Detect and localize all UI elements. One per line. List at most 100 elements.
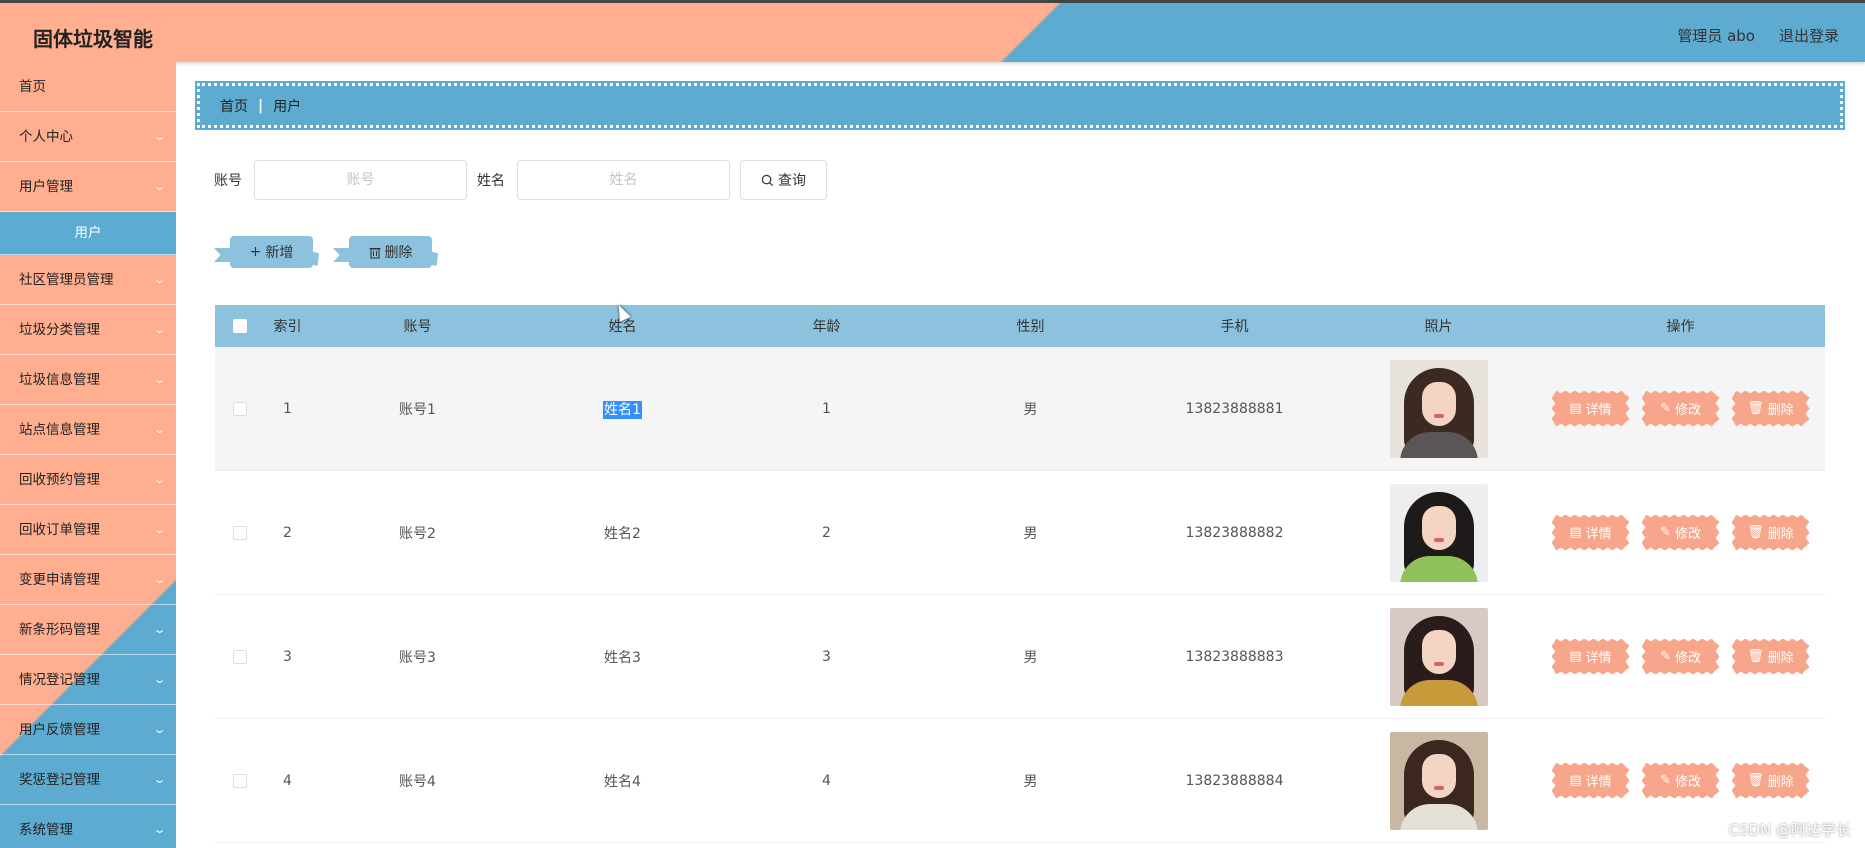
photo-lip [1433,413,1444,418]
sidebar-item-label: 新条形码管理 [19,622,100,638]
table-row[interactable]: 1 账号1 姓名1 1 男 13823888881 ▤ 详情 ✎ 修改 🗑 删除 [215,347,1825,471]
sidebar-item[interactable]: 系统管理 ⌄ [0,805,176,848]
sidebar-item[interactable]: 首页 [0,62,176,112]
detail-button[interactable]: ▤ 详情 [1551,514,1630,551]
sidebar-item-label: 垃圾分类管理 [19,322,100,338]
user-photo[interactable] [1389,607,1488,706]
table-row[interactable]: 3 账号3 姓名3 3 男 13823888883 ▤ 详情 ✎ 修改 🗑 删除 [215,595,1825,719]
trash-icon: 🗑 [1747,525,1764,540]
logout-button[interactable]: 退出登录 [1779,25,1839,46]
cell-index: 4 [283,772,292,789]
sidebar-item[interactable]: 变更申请管理 ⌄ [0,555,176,605]
user-photo[interactable] [1389,731,1488,830]
delete-button[interactable]: 🗑 删除 [1731,514,1810,551]
query-button[interactable]: 查询 [740,160,827,200]
delete-label: 删除 [1767,403,1794,418]
user-photo[interactable] [1389,483,1488,582]
photo-face [1421,505,1456,550]
detail-label: 详情 [1585,775,1612,790]
header-user-area: 管理员 abo 退出登录 [1677,25,1839,46]
admin-label[interactable]: 管理员 abo [1677,25,1755,46]
sidebar-subitem-user[interactable]: 用户 [0,212,176,255]
table-row[interactable]: 4 账号4 姓名4 4 男 13823888884 ▤ 详情 ✎ 修改 🗑 删除 [215,719,1825,843]
table-row[interactable]: 2 账号2 姓名2 2 男 13823888882 ▤ 详情 ✎ 修改 🗑 删除 [215,471,1825,595]
add-button[interactable]: + 新增 [214,234,319,270]
row-checkbox[interactable] [233,649,247,664]
cell-account: 账号2 [399,525,436,542]
sidebar-item-label: 用户管理 [19,179,73,195]
chevron-down-icon: ⌄ [152,573,167,586]
sidebar-item-label: 个人中心 [19,129,73,145]
header-index: 索引 [273,319,302,335]
breadcrumb-current: 用户 [273,98,302,115]
delete-label: 删除 [1767,775,1794,790]
sidebar-item[interactable]: 个人中心 ⌄ [0,112,176,162]
document-icon: ▤ [1569,773,1582,788]
name-label: 姓名 [477,173,505,189]
detail-button[interactable]: ▤ 详情 [1551,390,1630,427]
sidebar-item[interactable]: 奖惩登记管理 ⌄ [0,755,176,805]
account-input[interactable] [254,160,467,200]
header-account: 账号 [403,319,432,335]
user-photo[interactable] [1389,359,1488,458]
delete-label: 删除 [1767,651,1794,666]
header-actions: 操作 [1666,319,1695,335]
sidebar-item[interactable]: 用户反馈管理 ⌄ [0,705,176,755]
name-input[interactable] [517,160,730,200]
photo-face [1421,629,1456,674]
delete-button[interactable]: 🗑 删除 [1731,762,1810,799]
sidebar-item-label: 情况登记管理 [19,672,100,688]
edit-button[interactable]: ✎ 修改 [1641,514,1720,551]
row-checkbox[interactable] [233,401,247,416]
edit-label: 修改 [1674,403,1701,418]
sidebar-item[interactable]: 站点信息管理 ⌄ [0,405,176,455]
sidebar-item-label: 回收预约管理 [19,472,100,488]
user-table: 索引 账号 姓名 年龄 性别 手机 照片 操作 1 账号1 姓名1 1 男 1382388… [215,305,1825,843]
document-icon: ▤ [1569,649,1582,664]
edit-button[interactable]: ✎ 修改 [1641,390,1720,427]
sidebar-item[interactable]: 情况登记管理 ⌄ [0,655,176,705]
edit-button[interactable]: ✎ 修改 [1641,762,1720,799]
breadcrumb-home[interactable]: 首页 [220,96,248,116]
sidebar-item[interactable]: 社区管理员管理 ⌄ [0,255,176,305]
sidebar-item[interactable]: 用户管理 ⌄ [0,162,176,212]
cell-age: 3 [822,648,831,665]
sidebar-item-label: 用户反馈管理 [19,722,100,738]
chevron-down-icon: ⌄ [152,623,167,636]
pencil-icon: ✎ [1660,649,1671,664]
detail-button[interactable]: ▤ 详情 [1551,638,1630,675]
trash-icon: 🗑 [1747,773,1764,788]
detail-button[interactable]: ▤ 详情 [1551,762,1630,799]
delete-button[interactable]: 🗑 删除 [1731,390,1810,427]
table-header: 索引 账号 姓名 年龄 性别 手机 照片 操作 [215,305,1825,347]
cell-account: 账号4 [399,773,436,790]
select-all-checkbox[interactable] [233,319,247,333]
cell-index: 2 [283,524,292,541]
batch-delete-button[interactable]: 删除 [333,234,438,270]
sidebar: 首页 个人中心 ⌄ 用户管理 ⌄ 用户 社区管理员管理 ⌄ 垃圾分类管理 ⌄ 垃圾信息管理 ⌄ 站点信息… [0,62,176,848]
sidebar-item[interactable]: 新条形码管理 ⌄ [0,605,176,655]
sidebar-item[interactable]: 垃圾信息管理 ⌄ [0,355,176,405]
edit-button[interactable]: ✎ 修改 [1641,638,1720,675]
breadcrumb: 首页 | 用户 [195,81,1845,130]
header-age: 年龄 [812,319,841,335]
detail-label: 详情 [1585,403,1612,418]
trash-icon [369,247,380,259]
cell-account: 账号1 [399,401,436,418]
sidebar-item[interactable]: 回收订单管理 ⌄ [0,505,176,555]
chevron-down-icon: ⌄ [152,773,167,786]
sidebar-item[interactable]: 回收预约管理 ⌄ [0,455,176,505]
delete-label: 删除 [384,245,413,261]
delete-button[interactable]: 🗑 删除 [1731,638,1810,675]
cell-gender: 男 [1023,649,1038,666]
photo-lip [1433,661,1444,666]
row-checkbox[interactable] [233,773,247,788]
row-checkbox[interactable] [233,525,247,540]
sidebar-item[interactable]: 垃圾分类管理 ⌄ [0,305,176,355]
chevron-down-icon: ⌄ [152,180,167,193]
sidebar-item-label: 奖惩登记管理 [19,772,100,788]
document-icon: ▤ [1569,525,1582,540]
trash-icon: 🗑 [1747,649,1764,664]
chevron-down-icon: ⌄ [152,673,167,686]
pencil-icon: ✎ [1660,525,1671,540]
